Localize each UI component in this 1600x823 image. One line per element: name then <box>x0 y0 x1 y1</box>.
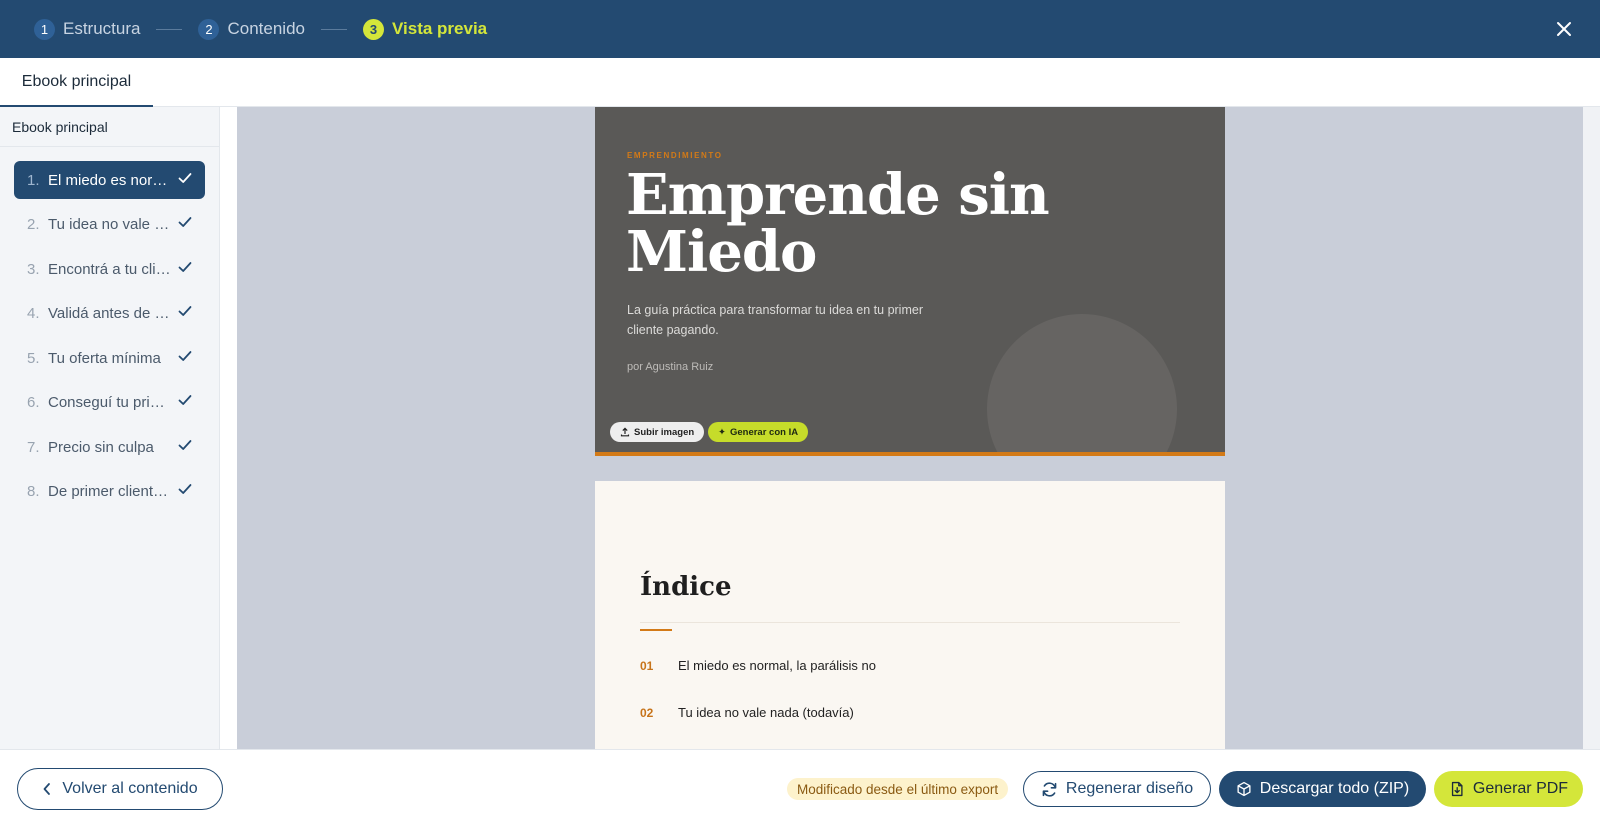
step-number: 1 <box>34 18 55 40</box>
chapter-number: 6. <box>27 394 40 411</box>
chapter-title: Conseguí tu primer cliente <box>48 394 171 411</box>
preview-canvas[interactable]: EMPRENDIMIENTO Emprende sin Miedo La guí… <box>237 107 1583 749</box>
step-vista-previa[interactable]: 3 Vista previa <box>363 18 488 40</box>
chapter-title: Validá antes de construir <box>48 305 171 322</box>
step-label: Estructura <box>63 19 141 38</box>
index-entry-title: El miedo es normal, la parálisis no <box>678 658 876 673</box>
preview-scrollbar[interactable] <box>1583 107 1600 749</box>
index-page: Índice 01 El miedo es normal, la parális… <box>595 481 1225 749</box>
chapter-sidebar: Ebook principal 1. El miedo es normal, la… <box>0 107 220 749</box>
regenerate-design-label: Regenerar diseño <box>1065 780 1194 797</box>
generate-pdf-button[interactable]: Generar PDF <box>1434 771 1583 807</box>
sidebar-item-chapter[interactable]: 3. Encontrá a tu cliente <box>14 250 205 288</box>
generate-ai-button[interactable]: ✦ Generar con IA <box>708 422 809 442</box>
back-to-content-label: Volver al contenido <box>62 780 198 797</box>
sparkle-icon: ✦ <box>718 426 726 438</box>
cover-decoration-circle <box>987 314 1177 456</box>
chapter-title: Tu oferta mínima <box>48 349 161 367</box>
check-icon <box>171 259 193 280</box>
footer-bar: Volver al contenido Modificado desde el … <box>0 749 1600 823</box>
chapter-title: De primer cliente a negocio <box>48 483 171 500</box>
download-zip-label: Descargar todo (ZIP) <box>1259 780 1410 797</box>
stepper-bar: 1 Estructura 2 Contenido 3 Vista previa <box>0 0 1600 58</box>
index-accent-line <box>640 629 672 631</box>
sidebar-item-chapter[interactable]: 4. Validá antes de construir <box>14 295 205 333</box>
step-label: Contenido <box>227 19 305 38</box>
chapter-number: 5. <box>27 349 40 367</box>
index-entry: 02 Tu idea no vale nada (todavía) <box>640 705 854 720</box>
chapter-list: 1. El miedo es normal, la parálisis no 2. T… <box>0 147 219 511</box>
step-connector <box>156 28 183 30</box>
generate-pdf-label: Generar PDF <box>1472 780 1569 797</box>
step-connector <box>321 28 347 30</box>
index-entry: 01 El miedo es normal, la parálisis no <box>640 658 876 673</box>
cover-page: EMPRENDIMIENTO Emprende sin Miedo La guí… <box>595 107 1225 456</box>
sidebar-item-chapter[interactable]: 6. Conseguí tu primer cliente <box>14 384 205 422</box>
download-zip-button[interactable]: Descargar todo (ZIP) <box>1219 771 1426 807</box>
check-icon <box>171 437 193 458</box>
step-contenido[interactable]: 2 Contenido <box>198 18 305 40</box>
sidebar-item-chapter[interactable]: 2. Tu idea no vale nada (todavía) <box>14 206 205 244</box>
index-title: Índice <box>640 572 732 602</box>
index-divider <box>640 622 1180 623</box>
sidebar-title: Ebook principal <box>0 107 219 147</box>
close-icon[interactable] <box>1554 19 1574 39</box>
index-entry-number: 02 <box>640 705 654 720</box>
sidebar-item-chapter[interactable]: 8. De primer cliente a negocio <box>14 473 205 511</box>
chapter-number: 2. <box>27 216 40 233</box>
cover-eyebrow: EMPRENDIMIENTO <box>627 151 723 160</box>
upload-image-button[interactable]: Subir imagen <box>610 422 705 442</box>
back-to-content-button[interactable]: Volver al contenido <box>17 768 223 810</box>
upload-icon <box>620 427 630 437</box>
sidebar-item-chapter[interactable]: 5. Tu oferta mínima <box>14 339 205 377</box>
chapter-number: 3. <box>27 260 40 278</box>
step-estructura[interactable]: 1 Estructura <box>34 18 141 40</box>
check-icon <box>171 348 193 369</box>
tab-ebook-principal[interactable]: Ebook principal <box>0 58 153 107</box>
sidebar-item-chapter[interactable]: 7. Precio sin culpa <box>14 428 205 466</box>
chapter-number: 8. <box>27 483 40 500</box>
regenerate-design-button[interactable]: Regenerar diseño <box>1023 771 1211 807</box>
sidebar-item-chapter[interactable]: 1. El miedo es normal, la parálisis no <box>14 161 205 199</box>
cover-accent-bar <box>595 452 1225 456</box>
chapter-title: El miedo es normal, la parálisis no <box>48 171 171 189</box>
cover-subtitle: La guía práctica para transformar tu ide… <box>627 303 923 337</box>
check-icon <box>171 481 193 502</box>
cover-title: Emprende sin Miedo <box>626 162 1050 285</box>
tabs-row: Ebook principal <box>0 58 1600 107</box>
check-icon <box>171 303 193 324</box>
chapter-number: 1. <box>27 171 40 189</box>
chapter-number: 7. <box>27 438 40 456</box>
index-entry-title: Tu idea no vale nada (todavía) <box>678 705 854 720</box>
check-icon <box>171 392 193 413</box>
chapter-title: Encontrá a tu cliente <box>48 260 171 278</box>
step-label: Vista previa <box>392 19 488 38</box>
index-entry-number: 01 <box>640 658 654 673</box>
step-number: 3 <box>363 18 384 40</box>
chapter-title: Tu idea no vale nada (todavía) <box>48 216 171 233</box>
package-icon <box>1237 781 1251 797</box>
step-number: 2 <box>198 18 220 40</box>
status-badge: Modificado desde el último export <box>787 778 1009 800</box>
refresh-icon <box>1042 781 1057 797</box>
check-icon <box>171 170 193 191</box>
chevron-left-icon <box>43 783 51 795</box>
cover-author: por Agustina Ruiz <box>627 361 714 373</box>
chapter-title: Precio sin culpa <box>48 438 154 456</box>
upload-image-label: Subir imagen <box>634 426 695 438</box>
file-download-icon <box>1451 781 1463 797</box>
check-icon <box>171 214 193 235</box>
generate-ai-label: Generar con IA <box>729 426 799 438</box>
chapter-number: 4. <box>27 305 40 322</box>
